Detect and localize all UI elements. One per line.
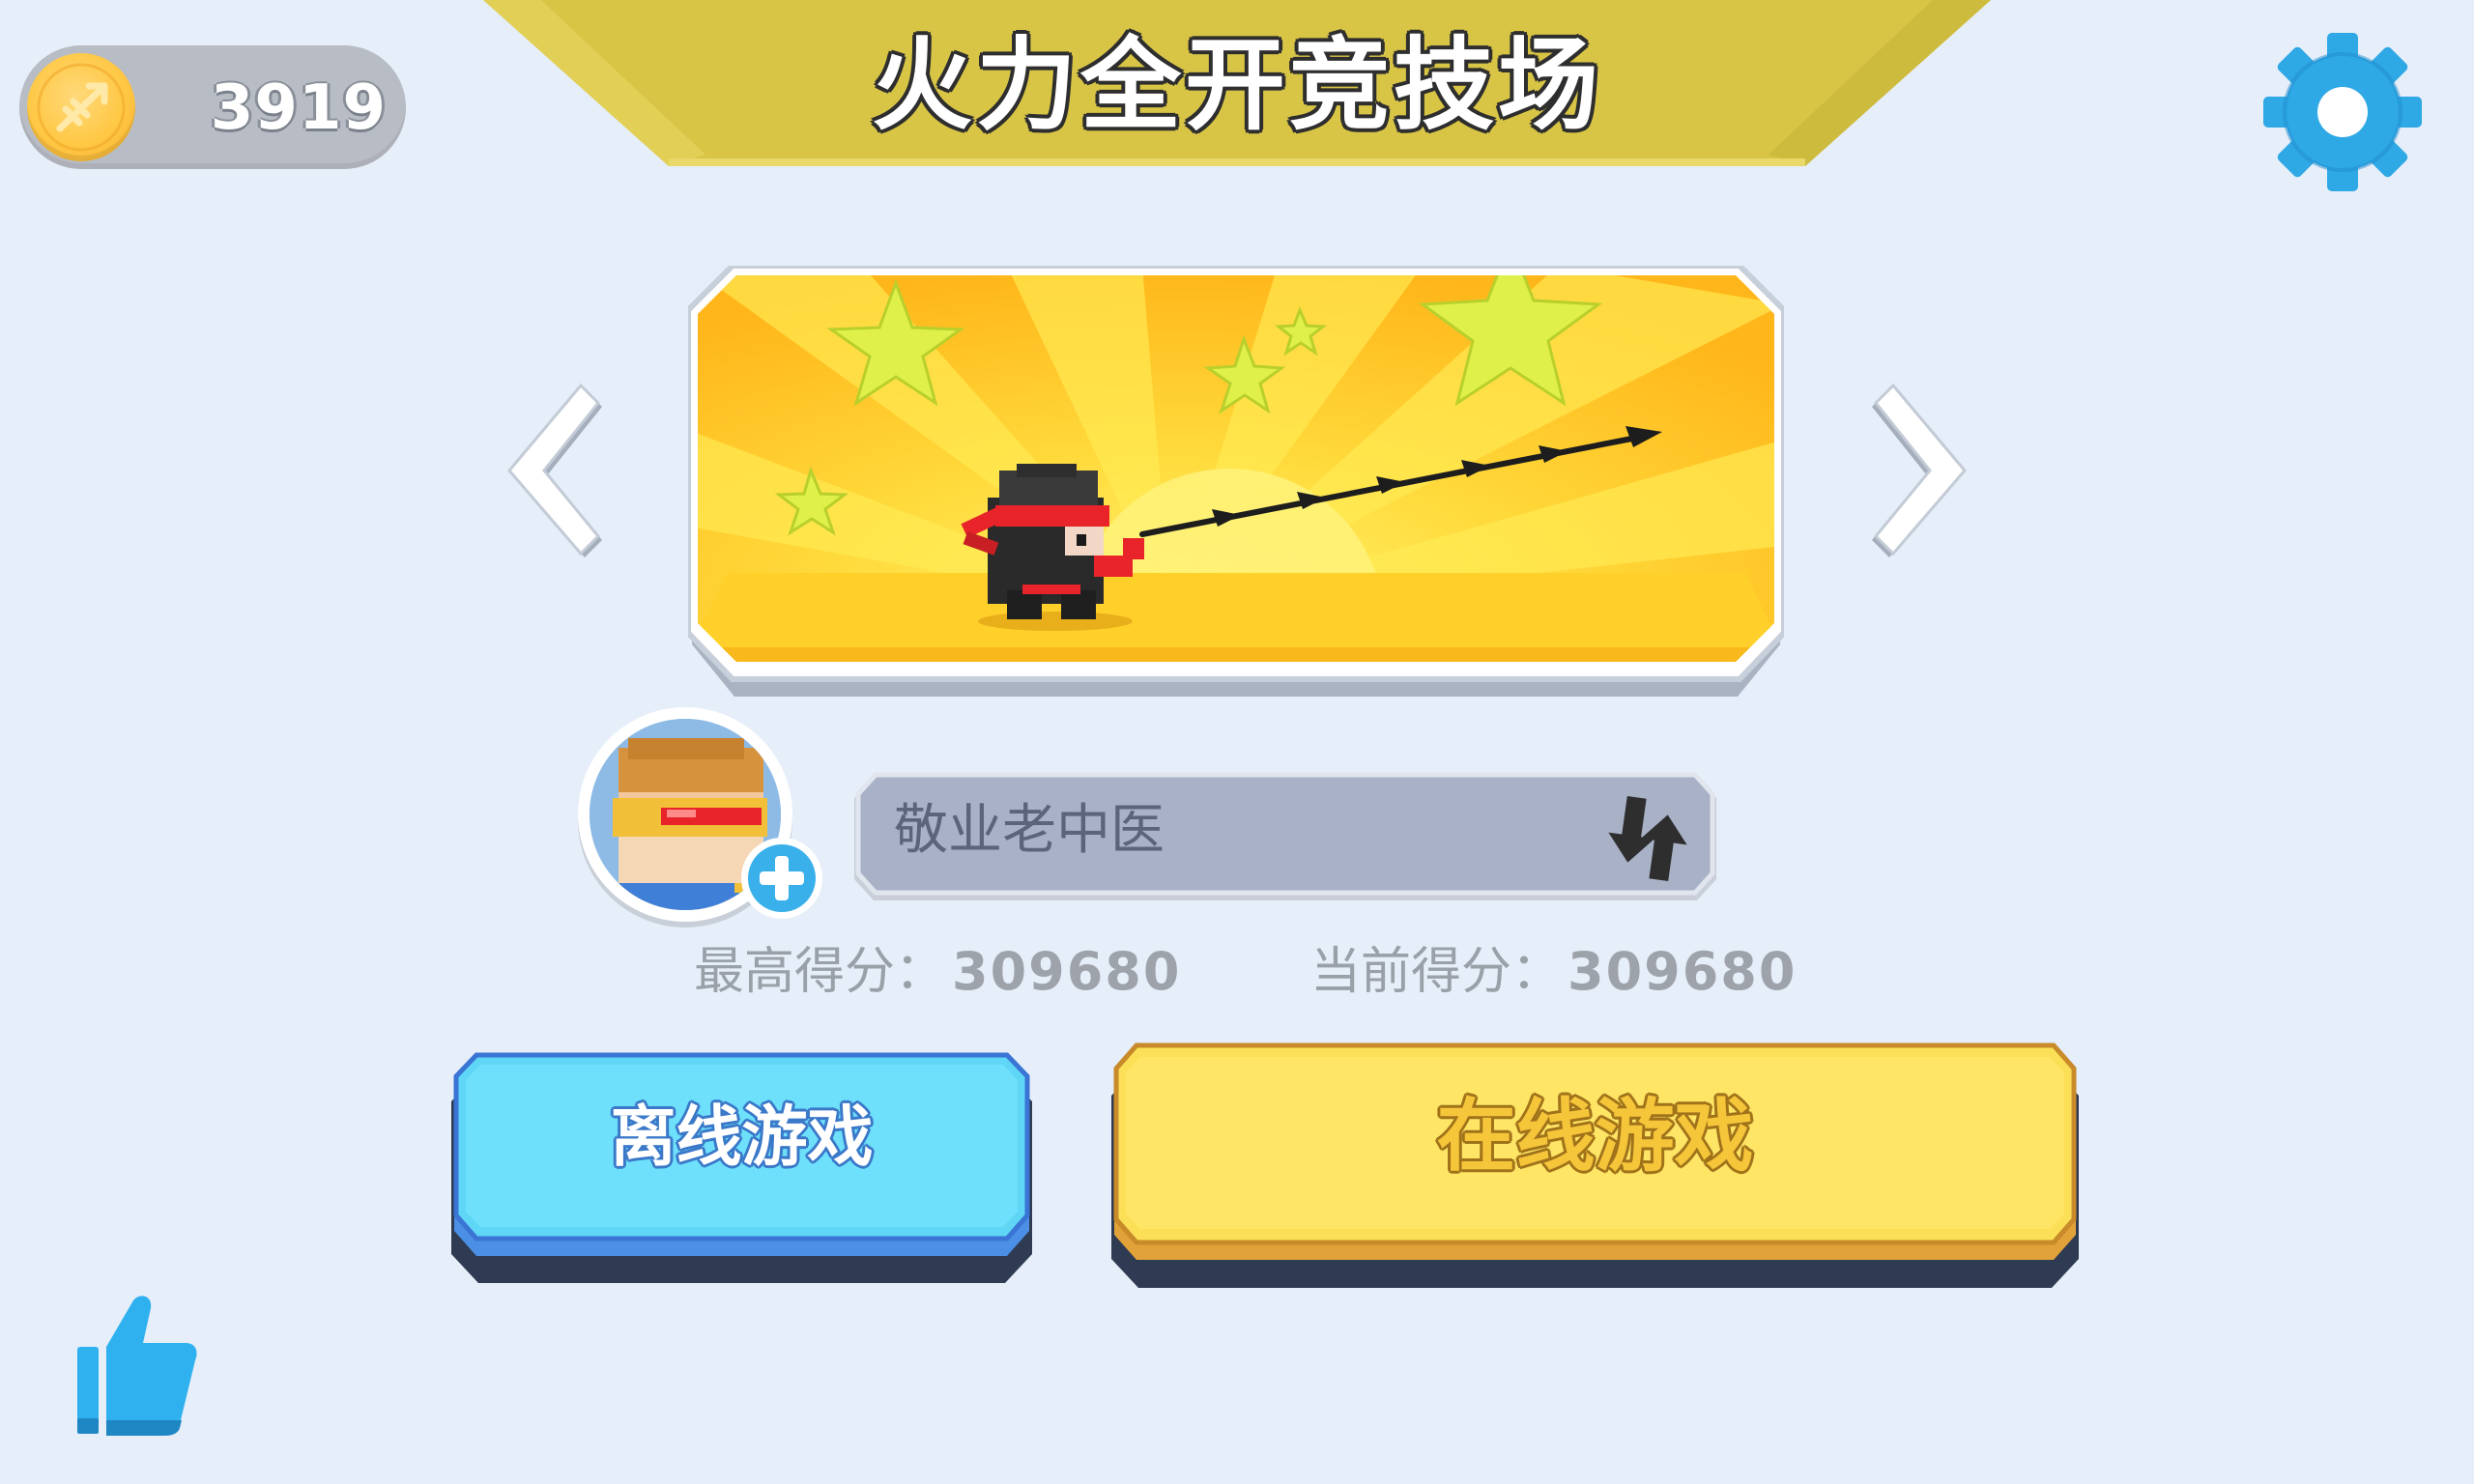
coin-icon [27, 53, 135, 161]
current-score-value: 309680 [1568, 941, 1798, 1002]
plus-icon [741, 838, 822, 919]
online-game-button[interactable] [1109, 1042, 2081, 1288]
add-avatar-button[interactable] [738, 835, 825, 922]
refresh-arrows-icon [1608, 795, 1687, 882]
coin-count: 3919 [210, 72, 387, 144]
thumbs-up-icon [77, 1296, 197, 1436]
refresh-name-button[interactable] [1599, 787, 1696, 884]
best-score-label: 最高得分： [694, 943, 946, 1001]
arena-title: 火力全开竞技场 [871, 26, 1602, 144]
offline-game-button[interactable] [449, 1051, 1034, 1283]
prev-mode-button[interactable] [507, 382, 614, 565]
gear-icon [2263, 33, 2422, 191]
like-button[interactable] [73, 1293, 199, 1438]
chevron-right-icon [1872, 383, 1967, 557]
current-score-label: 当前得分： [1310, 943, 1563, 1001]
best-score-value: 309680 [952, 941, 1182, 1002]
next-mode-button[interactable] [1860, 382, 1967, 565]
settings-button[interactable] [2261, 29, 2424, 193]
player-name: 敬业老中医 [894, 799, 1165, 862]
mode-card[interactable] [688, 266, 1784, 705]
chevron-left-icon [507, 383, 602, 557]
